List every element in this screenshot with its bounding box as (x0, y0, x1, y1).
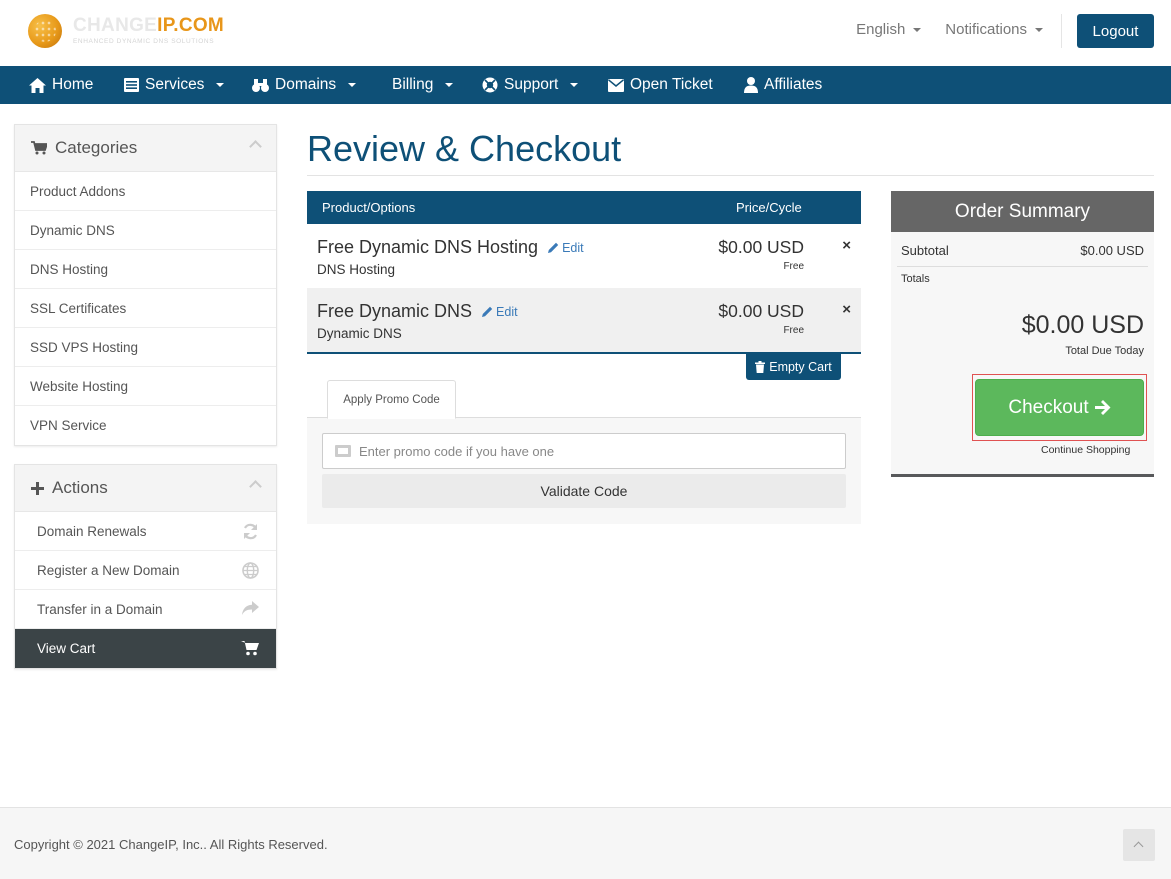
total-due-amount: $0.00 USD (1021, 311, 1144, 339)
globe-icon (242, 562, 259, 579)
refresh-icon (243, 523, 258, 540)
product-group: Dynamic DNS (317, 326, 402, 341)
nav-home[interactable]: Home (29, 66, 93, 104)
checkout-button[interactable]: Checkout (975, 379, 1144, 436)
remove-item-icon[interactable]: × (842, 237, 851, 254)
pencil-icon (548, 242, 559, 253)
category-vpn-service[interactable]: VPN Service (15, 406, 276, 445)
top-links: English Notifications (856, 21, 1043, 38)
category-dynamic-dns[interactable]: Dynamic DNS (15, 211, 276, 250)
nav-billing[interactable]: Billing (392, 66, 454, 104)
site-logo[interactable]: CHANGEIP.COM ENHANCED DYNAMIC DNS SOLUTI… (28, 14, 228, 50)
column-product-options: Product/Options (322, 200, 416, 215)
nav-domains[interactable]: Domains (252, 66, 357, 104)
logo-tagline: ENHANCED DYNAMIC DNS SOLUTIONS (73, 38, 215, 45)
header-divider (1061, 14, 1062, 48)
nav-services[interactable]: Services (124, 66, 225, 104)
category-ssl-certificates[interactable]: SSL Certificates (15, 289, 276, 328)
page-footer: Copyright © 2021 ChangeIP, Inc.. All Rig… (0, 807, 1171, 879)
caret-down-icon (216, 83, 225, 87)
cart-item: Free Dynamic DNS Hosting Edit DNS Hostin… (307, 224, 861, 288)
subtotal-label: Subtotal (901, 243, 949, 258)
categories-panel: Categories Product Addons Dynamic DNS DN… (14, 124, 277, 446)
category-website-hosting[interactable]: Website Hosting (15, 367, 276, 406)
product-price: $0.00 USD (718, 237, 804, 257)
caret-down-icon (570, 83, 579, 87)
action-view-cart[interactable]: View Cart (15, 629, 276, 668)
back-to-top-button[interactable] (1123, 829, 1155, 861)
cart-icon (31, 141, 47, 155)
action-domain-renewals[interactable]: Domain Renewals (15, 512, 276, 551)
main-navigation: Home Services Domains Billing Support Op… (0, 66, 1171, 104)
remove-item-icon[interactable]: × (842, 301, 851, 318)
action-transfer-domain[interactable]: Transfer in a Domain (15, 590, 276, 629)
pencil-icon (482, 306, 493, 317)
nav-affiliates[interactable]: Affiliates (744, 66, 822, 104)
caret-down-icon (1035, 27, 1043, 32)
categories-header[interactable]: Categories (15, 125, 276, 172)
list-icon (124, 78, 139, 92)
nav-support[interactable]: Support (482, 66, 579, 104)
user-icon (744, 77, 758, 93)
top-header: CHANGEIP.COM ENHANCED DYNAMIC DNS SOLUTI… (0, 0, 1171, 66)
continue-shopping-link[interactable]: Continue Shopping (1041, 444, 1130, 456)
actions-header[interactable]: Actions (15, 465, 276, 512)
share-icon (242, 601, 259, 615)
title-divider (307, 175, 1154, 176)
notifications-dropdown[interactable]: Notifications (945, 21, 1043, 38)
category-product-addons[interactable]: Product Addons (15, 172, 276, 211)
caret-down-icon (913, 27, 922, 32)
chevron-up-icon[interactable] (249, 480, 262, 493)
action-register-domain[interactable]: Register a New Domain (15, 551, 276, 590)
validate-code-button[interactable]: Validate Code (322, 474, 846, 508)
totals-label: Totals (901, 273, 930, 285)
edit-link[interactable]: Edit (548, 241, 584, 255)
cart-icon (241, 641, 259, 656)
caret-down-icon (445, 83, 454, 87)
summary-divider (897, 266, 1148, 267)
subtotal-row: Subtotal $0.00 USD (901, 243, 1144, 258)
nav-open-ticket[interactable]: Open Ticket (608, 66, 713, 104)
product-name: Free Dynamic DNS Hosting (317, 237, 539, 257)
logo-text: CHANGEIP.COM (73, 15, 225, 36)
arrow-right-icon (1094, 400, 1111, 415)
chevron-up-icon[interactable] (249, 140, 262, 153)
home-icon (29, 77, 46, 93)
total-due-label: Total Due Today (1065, 345, 1144, 357)
ticket-icon (335, 445, 351, 457)
product-cycle: Free (783, 325, 804, 336)
language-dropdown[interactable]: English (856, 21, 922, 38)
empty-cart-button[interactable]: Empty Cart (746, 354, 841, 380)
product-price: $0.00 USD (718, 301, 804, 321)
envelope-icon (608, 78, 624, 92)
column-price-cycle: Price/Cycle (736, 200, 802, 215)
logout-button[interactable]: Logout (1077, 14, 1154, 48)
actions-panel: Actions Domain Renewals Register a New D… (14, 464, 277, 669)
subtotal-value: $0.00 USD (1080, 243, 1144, 258)
tab-apply-promo-code[interactable]: Apply Promo Code (327, 380, 456, 419)
order-summary-title: Order Summary (891, 191, 1154, 232)
category-dns-hosting[interactable]: DNS Hosting (15, 250, 276, 289)
product-cycle: Free (783, 261, 804, 272)
promo-placeholder: Enter promo code if you have one (359, 443, 555, 459)
cart-item: Free Dynamic DNS Edit Dynamic DNS $0.00 … (307, 288, 861, 352)
page-title: Review & Checkout (307, 128, 622, 169)
trash-icon (755, 361, 766, 373)
plus-icon (31, 481, 44, 495)
promo-code-input[interactable]: Enter promo code if you have one (322, 433, 846, 469)
logo-globe-icon (28, 14, 62, 48)
edit-link[interactable]: Edit (482, 305, 518, 319)
product-group: DNS Hosting (317, 262, 396, 277)
binoculars-icon (252, 79, 269, 92)
cart-table-header: Product/Options Price/Cycle (307, 191, 861, 224)
copyright-text: Copyright © 2021 ChangeIP, Inc.. All Rig… (14, 837, 328, 852)
category-ssd-vps-hosting[interactable]: SSD VPS Hosting (15, 328, 276, 367)
life-ring-icon (482, 77, 498, 93)
caret-down-icon (348, 83, 357, 87)
product-name: Free Dynamic DNS (317, 301, 473, 321)
